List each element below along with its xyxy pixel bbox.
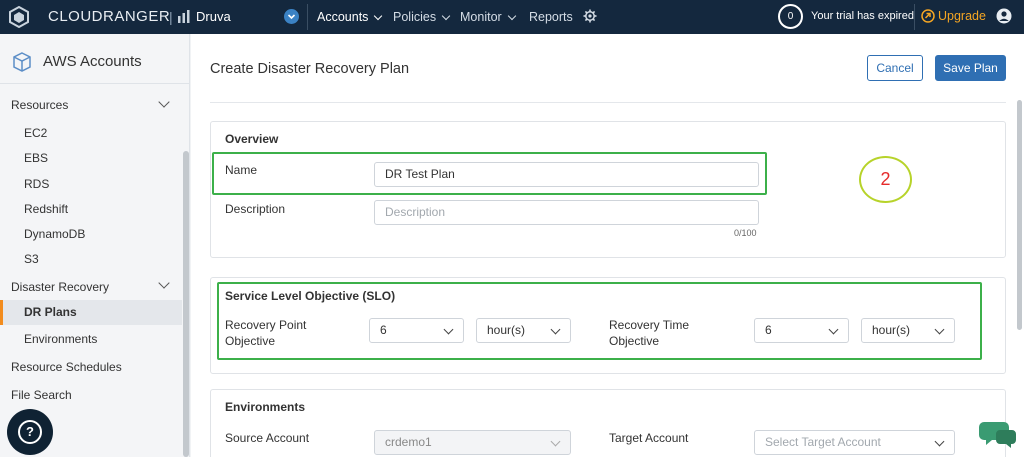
top-navigation-bar: CLOUDRANGER | Druva Accounts Policies Mo… [0, 0, 1024, 34]
sidebar: AWS Accounts Resources EC2 EBS RDS Redsh… [0, 34, 190, 457]
sidebar-item-redshift[interactable]: Redshift [24, 202, 68, 216]
source-account-value: crdemo1 [385, 435, 432, 449]
chevron-down-icon [441, 11, 451, 20]
sidebar-item-file-search[interactable]: File Search [11, 388, 72, 402]
nav-divider [914, 4, 915, 30]
question-icon: ? [18, 420, 42, 444]
chevron-up-icon[interactable] [158, 277, 170, 289]
cancel-button[interactable]: Cancel [867, 55, 923, 81]
sidebar-group-disaster-recovery[interactable]: Disaster Recovery [11, 280, 109, 294]
chevron-down-icon [507, 11, 516, 20]
sidebar-title: AWS Accounts [43, 53, 142, 70]
trial-status-text: Your trial has expired [811, 10, 914, 22]
chevron-up-icon[interactable] [158, 96, 170, 108]
chevron-down-icon [550, 436, 561, 447]
notification-counter[interactable]: 0 [778, 4, 803, 29]
upgrade-icon[interactable] [921, 9, 935, 23]
chat-icon[interactable] [978, 418, 1018, 450]
org-switcher-button[interactable] [284, 9, 299, 24]
nav-policies-label: Policies [393, 10, 437, 24]
brand-separator: | [169, 9, 173, 25]
nav-reports[interactable]: Reports [529, 10, 573, 24]
description-char-counter: 0/100 [734, 228, 757, 238]
nav-accounts[interactable]: Accounts [317, 10, 383, 24]
sidebar-item-dr-plans[interactable]: DR Plans [0, 300, 182, 325]
sidebar-item-resource-schedules[interactable]: Resource Schedules [11, 360, 122, 374]
sidebar-item-dynamodb[interactable]: DynamoDB [24, 227, 85, 241]
nav-monitor-label: Monitor [460, 10, 502, 24]
nav-divider [307, 4, 308, 30]
upgrade-link[interactable]: Upgrade [938, 9, 986, 23]
source-account-select: crdemo1 [374, 430, 571, 455]
target-account-select[interactable]: Select Target Account [754, 430, 955, 455]
help-button[interactable]: ? [7, 409, 53, 455]
sidebar-item-ebs[interactable]: EBS [24, 151, 48, 165]
chevron-down-icon [934, 436, 945, 447]
sidebar-item-ec2[interactable]: EC2 [24, 126, 47, 140]
user-avatar-icon[interactable] [996, 8, 1012, 24]
header-divider [210, 102, 1006, 103]
save-plan-button[interactable]: Save Plan [935, 55, 1006, 81]
overview-title: Overview [225, 132, 279, 146]
sidebar-item-environments[interactable]: Environments [24, 332, 97, 346]
sidebar-item-s3[interactable]: S3 [24, 252, 39, 266]
target-account-placeholder: Select Target Account [765, 435, 881, 449]
sidebar-item-rds[interactable]: RDS [24, 177, 49, 191]
nav-policies[interactable]: Policies [393, 10, 451, 24]
main-content: Create Disaster Recovery Plan Cancel Sav… [191, 34, 1024, 457]
cube-icon [13, 52, 31, 72]
source-account-label: Source Account [225, 431, 310, 445]
brand-name[interactable]: CLOUDRANGER [48, 8, 170, 25]
chevron-down-icon [287, 14, 296, 20]
page-title: Create Disaster Recovery Plan [210, 61, 410, 77]
bar-chart-icon [178, 10, 190, 23]
sidebar-group-resources[interactable]: Resources [11, 98, 68, 112]
main-scrollbar[interactable] [1017, 100, 1022, 330]
sidebar-header: AWS Accounts [0, 34, 190, 84]
step-number-badge: 2 [859, 156, 912, 203]
nav-accounts-label: Accounts [317, 10, 369, 24]
nav-monitor[interactable]: Monitor [460, 10, 516, 24]
chevron-down-icon [374, 11, 383, 20]
highlight-box-name [212, 152, 767, 195]
sidebar-scrollbar[interactable] [183, 151, 189, 457]
organization-name[interactable]: Druva [196, 9, 231, 24]
environments-card: Environments Source Account crdemo1 Targ… [210, 389, 1006, 457]
gear-icon[interactable] [583, 9, 597, 23]
description-label: Description [225, 202, 286, 216]
target-account-label: Target Account [609, 431, 689, 445]
highlight-box-slo [217, 282, 982, 360]
cloudranger-logo-icon[interactable] [8, 6, 30, 28]
nav-reports-label: Reports [529, 10, 573, 24]
description-field[interactable]: Description [374, 200, 759, 225]
environments-title: Environments [225, 400, 306, 414]
